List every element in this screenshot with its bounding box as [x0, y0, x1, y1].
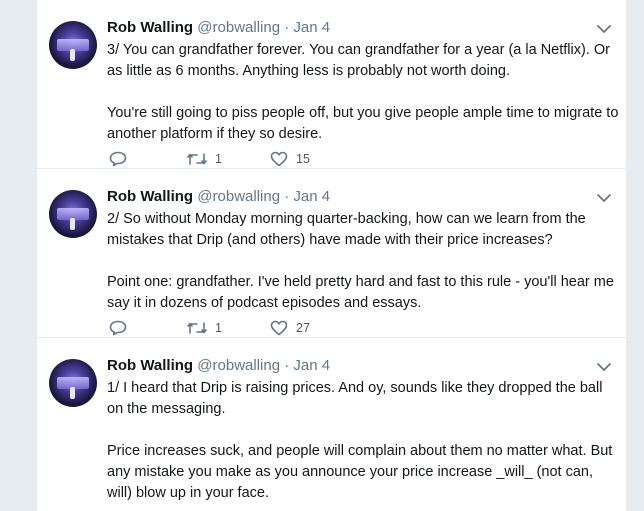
tweet-text: 2/ So without Monday morning quarter-bac…	[107, 209, 619, 314]
tweet-paragraph: Point one: grandfather. I've held pretty…	[107, 274, 614, 311]
tweet-paragraph: You're still going to piss people off, b…	[107, 105, 619, 142]
tweet-paragraph: 1/ I heard that Drip is raising prices. …	[107, 380, 603, 417]
author-name[interactable]: Rob Walling	[107, 19, 193, 36]
retweet-button[interactable]: 1	[187, 317, 222, 339]
retweet-icon	[187, 153, 207, 165]
tweet-actions: 1 27	[107, 317, 347, 339]
tweet-actions: 1 15	[107, 148, 347, 170]
avatar[interactable]	[49, 190, 97, 238]
like-button[interactable]: 27	[270, 317, 310, 339]
reply-button[interactable]	[109, 148, 127, 170]
author-name[interactable]: Rob Walling	[107, 188, 193, 205]
separator: ·	[284, 19, 290, 36]
timestamp[interactable]: Jan 4	[293, 357, 330, 374]
tweet-paragraph: Price increases suck, and people will co…	[107, 443, 613, 501]
author-handle[interactable]: @robwalling	[197, 188, 280, 205]
avatar-figure	[70, 218, 75, 230]
separator: ·	[284, 357, 290, 374]
avatar-figure	[70, 387, 75, 399]
tweet-text: 3/ You can grandfather forever. You can …	[107, 40, 619, 145]
like-count: 15	[296, 152, 310, 166]
timestamp[interactable]: Jan 4	[293, 19, 330, 36]
author-handle[interactable]: @robwalling	[197, 19, 280, 36]
tweet-paragraph: 2/ So without Monday morning quarter-bac…	[107, 211, 586, 248]
retweet-icon	[187, 322, 207, 334]
timeline: Rob Walling @robwalling · Jan 4 3/ You c…	[37, 0, 626, 511]
more-options-button[interactable]	[593, 356, 615, 378]
tweet[interactable]: Rob Walling @robwalling · Jan 4 2/ So wi…	[37, 169, 626, 338]
chevron-down-icon	[597, 193, 611, 202]
author-name[interactable]: Rob Walling	[107, 357, 193, 374]
more-options-button[interactable]	[593, 18, 615, 40]
tweet[interactable]: Rob Walling @robwalling · Jan 4 3/ You c…	[37, 0, 626, 169]
tweet-paragraph: 3/ You can grandfather forever. You can …	[107, 42, 610, 79]
like-button[interactable]: 15	[270, 148, 310, 170]
retweet-count: 1	[215, 152, 222, 166]
avatar-figure	[70, 49, 75, 61]
avatar[interactable]	[49, 359, 97, 407]
timestamp[interactable]: Jan 4	[293, 188, 330, 205]
tweet-text: 1/ I heard that Drip is raising prices. …	[107, 378, 619, 504]
reply-icon	[109, 151, 127, 167]
tweet-header: Rob Walling @robwalling · Jan 4	[107, 18, 330, 38]
like-count: 27	[296, 321, 310, 335]
author-handle[interactable]: @robwalling	[197, 357, 280, 374]
reply-icon	[109, 320, 127, 336]
chevron-down-icon	[597, 24, 611, 33]
reply-button[interactable]	[109, 317, 127, 339]
chevron-down-icon	[597, 362, 611, 371]
more-options-button[interactable]	[593, 187, 615, 209]
avatar[interactable]	[49, 21, 97, 69]
heart-icon	[270, 320, 288, 336]
tweet-header: Rob Walling @robwalling · Jan 4	[107, 356, 330, 376]
tweet[interactable]: Rob Walling @robwalling · Jan 4 1/ I hea…	[37, 338, 626, 507]
retweet-button[interactable]: 1	[187, 148, 222, 170]
separator: ·	[284, 188, 290, 205]
tweet-header: Rob Walling @robwalling · Jan 4	[107, 187, 330, 207]
retweet-count: 1	[215, 321, 222, 335]
heart-icon	[270, 151, 288, 167]
